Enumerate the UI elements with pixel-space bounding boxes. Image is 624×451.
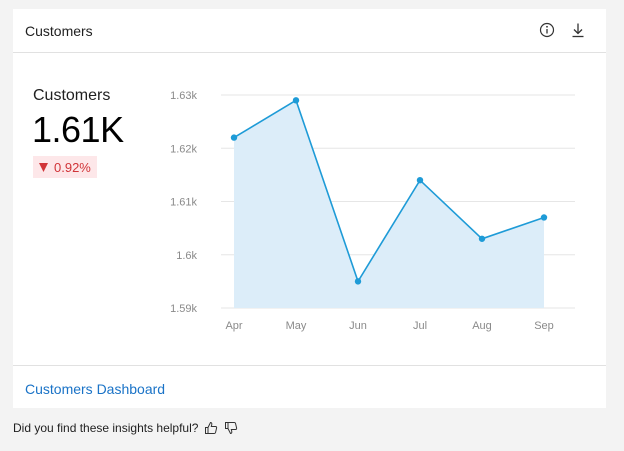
y-tick-label: 1.59k [170,303,197,315]
customers-card: Customers Customers 1.61K 0.92% 1.59k1. [13,9,606,408]
info-icon[interactable] [538,21,556,39]
x-tick-label: Sep [534,320,554,332]
y-tick-label: 1.62k [170,143,197,155]
feedback-row: Did you find these insights helpful? [13,421,238,435]
data-point [540,214,548,221]
data-point [354,278,362,285]
card-title: Customers [25,23,93,39]
download-icon[interactable] [569,21,587,39]
customers-line-chart: 1.59k 1.6k 1.61k 1.62k 1.63k Apr May Jun Jul Aug S… [170,90,575,332]
x-tick-label: Apr [225,320,242,332]
y-tick-label: 1.6k [176,250,197,262]
card-footer: Customers Dashboard [13,365,606,408]
data-point [478,235,486,242]
x-tick-label: May [286,320,307,332]
thumbs-down-icon[interactable] [224,421,238,435]
card-body: Customers 1.61K 0.92% 1.59k 1.6k 1.61k 1.62… [13,57,606,363]
x-tick-label: Aug [472,320,492,332]
y-tick-label: 1.61k [170,197,197,209]
data-point [292,97,300,104]
x-tick-label: Jun [349,320,367,332]
y-tick-label: 1.63k [170,90,197,102]
data-point [230,134,238,141]
customers-dashboard-link[interactable]: Customers Dashboard [25,381,165,397]
data-point [416,177,424,184]
card-header: Customers [13,9,606,53]
x-tick-label: Jul [413,320,427,332]
series-area [234,100,544,308]
feedback-question: Did you find these insights helpful? [13,421,199,435]
thumbs-up-icon[interactable] [204,421,218,435]
